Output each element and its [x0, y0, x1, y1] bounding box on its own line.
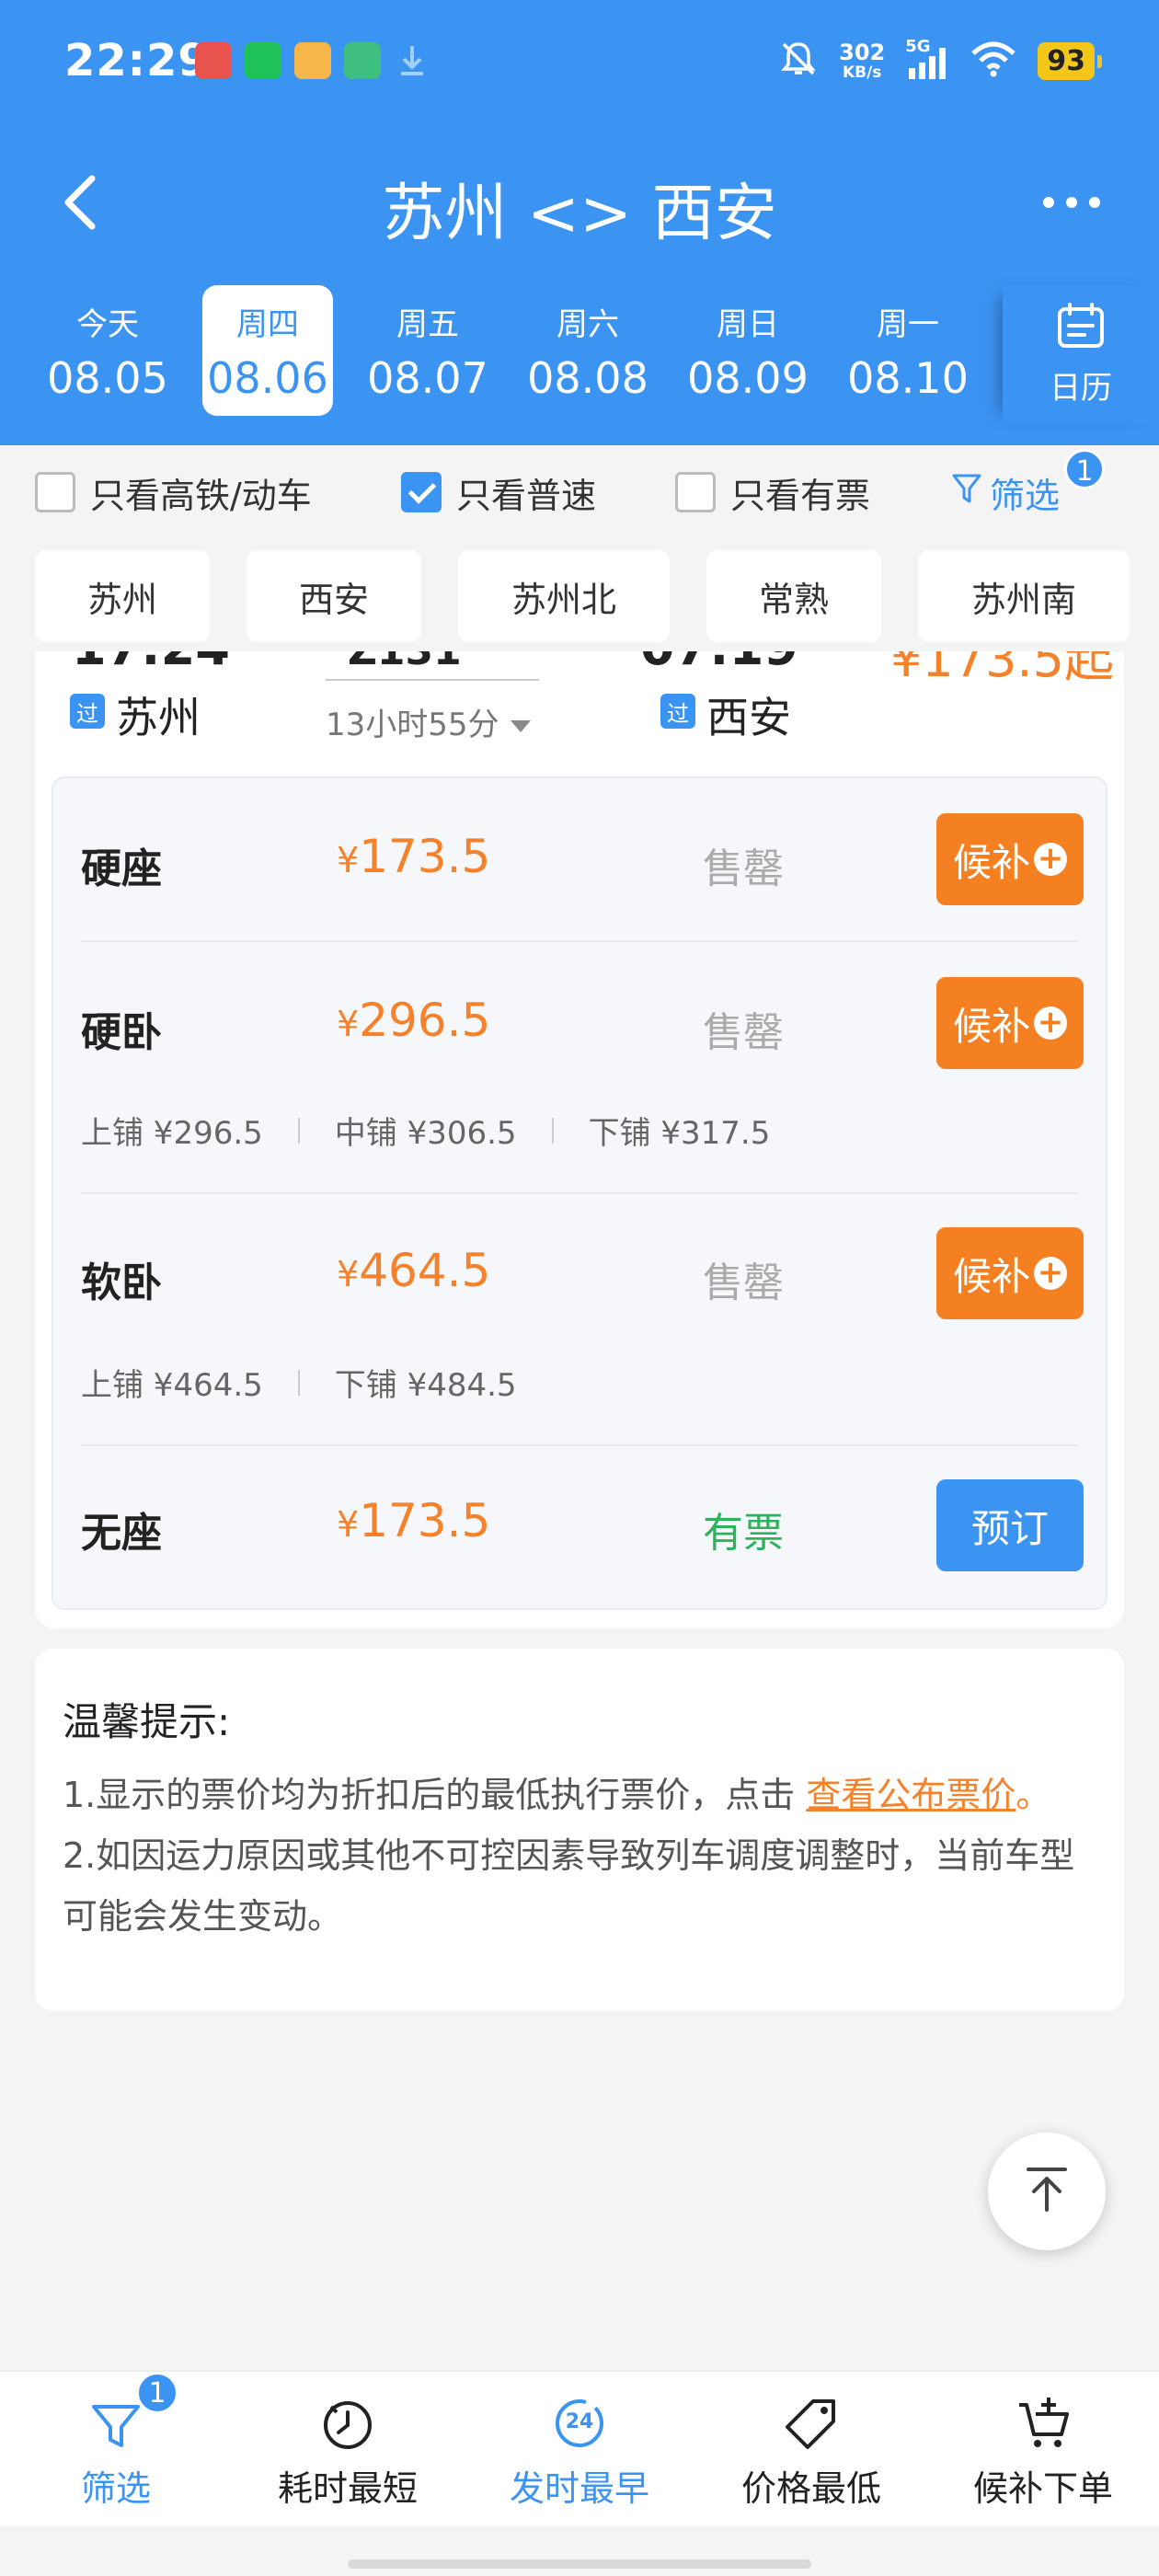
- train-route-row: 17:24 Z131 07:19 ¥173.5起 过 苏州 13小时55分 过 …: [35, 651, 1124, 762]
- status-time: 22:29: [64, 35, 210, 86]
- seat-price: ¥173.5: [337, 830, 491, 883]
- lowest-price: ¥173.5起: [890, 651, 1114, 688]
- arrow-up-icon: [1021, 2164, 1073, 2219]
- waitlist-button[interactable]: 候补 +: [936, 1227, 1084, 1319]
- waitlist-button[interactable]: 候补 +: [936, 977, 1084, 1069]
- seat-price: ¥173.5: [337, 1494, 491, 1547]
- seat-status: 有票: [703, 1510, 784, 1557]
- from-station: 苏州: [116, 693, 201, 742]
- tips-card: 温馨提示: 1.显示的票价均为折扣后的最低执行票价，点击 查看公布票价。 2.如…: [35, 1649, 1124, 2011]
- stopwatch-icon: [318, 2394, 377, 2453]
- seat-price: ¥296.5: [337, 994, 491, 1047]
- caret-down-icon: [509, 707, 533, 743]
- wechat-icon: [245, 42, 281, 79]
- date-tab[interactable]: 周五 08.07: [348, 285, 508, 416]
- clock-24-icon: 24: [550, 2394, 609, 2453]
- date-tab[interactable]: 周六 08.08: [508, 285, 668, 416]
- tips-body: 1.显示的票价均为折扣后的最低执行票价，点击 查看公布票价。 2.如因运力原因或…: [63, 1775, 1075, 1937]
- seat-price: ¥464.5: [337, 1244, 491, 1297]
- depart-time: 17:24: [72, 651, 230, 676]
- filter-icon: [86, 2394, 145, 2453]
- filter-icon: [951, 472, 982, 513]
- normal-speed-only-checkbox[interactable]: 只看普速: [401, 469, 596, 516]
- duration-toggle[interactable]: 13小时55分: [326, 699, 533, 744]
- tab-waitlist-order[interactable]: 候补下单: [927, 2372, 1159, 2528]
- filter-bar: 只看高铁/动车 只看普速 只看有票 筛选: [0, 445, 1159, 537]
- seat-list: 硬座 ¥173.5 售罄 候补 + 硬卧 ¥296.5 售罄 候补 + 上铺 ¥29…: [52, 776, 1107, 1610]
- berth-prices: 上铺 ¥296.5 中铺 ¥306.5 下铺 ¥317.5: [81, 1115, 771, 1152]
- pass-station-tag: 过: [660, 694, 695, 729]
- filter-button[interactable]: 筛选: [951, 469, 1060, 516]
- tab-shortest-time[interactable]: 耗时最短: [232, 2372, 464, 2528]
- available-only-checkbox[interactable]: 只看有票: [675, 469, 870, 516]
- price-tag-icon: [782, 2394, 841, 2453]
- pass-station-tag: 过: [70, 694, 105, 729]
- arrive-time: 07:19: [640, 651, 798, 676]
- mute-bell-icon: [778, 39, 819, 83]
- app-notification-icon: [195, 42, 232, 79]
- date-tab-selected[interactable]: 周四 08.06: [202, 285, 333, 416]
- tab-filter[interactable]: 筛选: [0, 2372, 232, 2528]
- calendar-app-icon: [344, 42, 381, 79]
- station-chip[interactable]: 西安: [247, 550, 421, 642]
- checkbox-box: [35, 472, 75, 512]
- station-chips: 苏州 西安 苏州北 常熟 苏州南: [35, 550, 1130, 642]
- plus-circle-icon: +: [1034, 843, 1067, 876]
- date-tab[interactable]: 周日 08.09: [668, 285, 828, 416]
- duration-line: [326, 679, 539, 681]
- tab-lowest-price[interactable]: 价格最低: [695, 2372, 927, 2528]
- money-bag-icon: [294, 42, 331, 79]
- waitlist-button[interactable]: 候补 +: [936, 813, 1084, 905]
- to-station: 西安: [706, 693, 791, 742]
- calendar-icon: [1055, 302, 1107, 353]
- train-card: 17:24 Z131 07:19 ¥173.5起 过 苏州 13小时55分 过 …: [35, 651, 1124, 1628]
- seat-status: 售罄: [703, 1259, 784, 1306]
- net-speed: 302 KB/s: [839, 39, 886, 82]
- seat-row-soft-sleeper: 软卧 ¥464.5 售罄 候补 + 上铺 ¥464.5 下铺 ¥484.5: [53, 1194, 1106, 1444]
- book-button[interactable]: 预订: [936, 1479, 1084, 1571]
- battery-indicator: 93: [1038, 41, 1102, 80]
- seat-status: 售罄: [703, 1009, 784, 1056]
- calendar-button[interactable]: 日历: [1003, 285, 1159, 423]
- checkbox-box-checked: [401, 472, 442, 512]
- status-right: 302 KB/s 5G 93: [778, 37, 1102, 85]
- route-title: 苏州 <> 西安: [382, 178, 777, 250]
- scroll-to-top-button[interactable]: [988, 2133, 1106, 2250]
- date-tab[interactable]: 周一 08.10: [828, 285, 988, 416]
- station-chip[interactable]: 常熟: [706, 550, 881, 642]
- header: 22:29 302 KB/s 5G 93 苏州 <> 西安 今天 08.05 周…: [0, 0, 1159, 445]
- tab-filter-badge: 1: [136, 2372, 178, 2414]
- tips-title: 温馨提示:: [63, 1699, 231, 1744]
- seat-row-hard-seat: 硬座 ¥173.5 售罄 候补 +: [53, 778, 1106, 940]
- download-icon: [394, 42, 430, 79]
- seat-row-hard-sleeper: 硬卧 ¥296.5 售罄 候补 + 上铺 ¥296.5 中铺 ¥306.5 下铺 …: [53, 942, 1106, 1192]
- station-chip[interactable]: 苏州: [35, 550, 210, 642]
- status-bar: 22:29 302 KB/s 5G 93: [0, 0, 1159, 120]
- station-chip[interactable]: 苏州北: [458, 550, 670, 642]
- cart-plus-icon: [1014, 2394, 1073, 2453]
- date-strip: 今天 08.05 周四 08.06 周五 08.07 周六 08.08 周日 0…: [28, 285, 988, 416]
- plus-circle-icon: +: [1034, 1006, 1067, 1040]
- berth-prices: 上铺 ¥464.5 下铺 ¥484.5: [81, 1367, 517, 1404]
- station-chip[interactable]: 苏州南: [918, 550, 1130, 642]
- tab-earliest-departure[interactable]: 24 发时最早: [464, 2372, 695, 2528]
- train-number: Z131: [348, 651, 462, 674]
- view-published-fare-link[interactable]: 查看公布票价: [806, 1775, 1016, 1815]
- seat-row-no-seat: 无座 ¥173.5 有票 预订: [53, 1446, 1106, 1608]
- home-indicator[interactable]: [348, 2559, 811, 2569]
- seat-status: 售罄: [703, 845, 784, 892]
- high-speed-only-checkbox[interactable]: 只看高铁/动车: [35, 469, 312, 516]
- more-options-icon[interactable]: [1039, 184, 1104, 221]
- plus-circle-icon: +: [1034, 1257, 1067, 1290]
- wifi-icon: [970, 40, 1017, 81]
- checkbox-box: [675, 472, 716, 512]
- signal-icon: 5G: [905, 37, 949, 81]
- calendar-label: 日历: [1050, 369, 1112, 407]
- filter-count-badge: 1: [1064, 449, 1105, 489]
- date-tab-today[interactable]: 今天 08.05: [28, 285, 188, 416]
